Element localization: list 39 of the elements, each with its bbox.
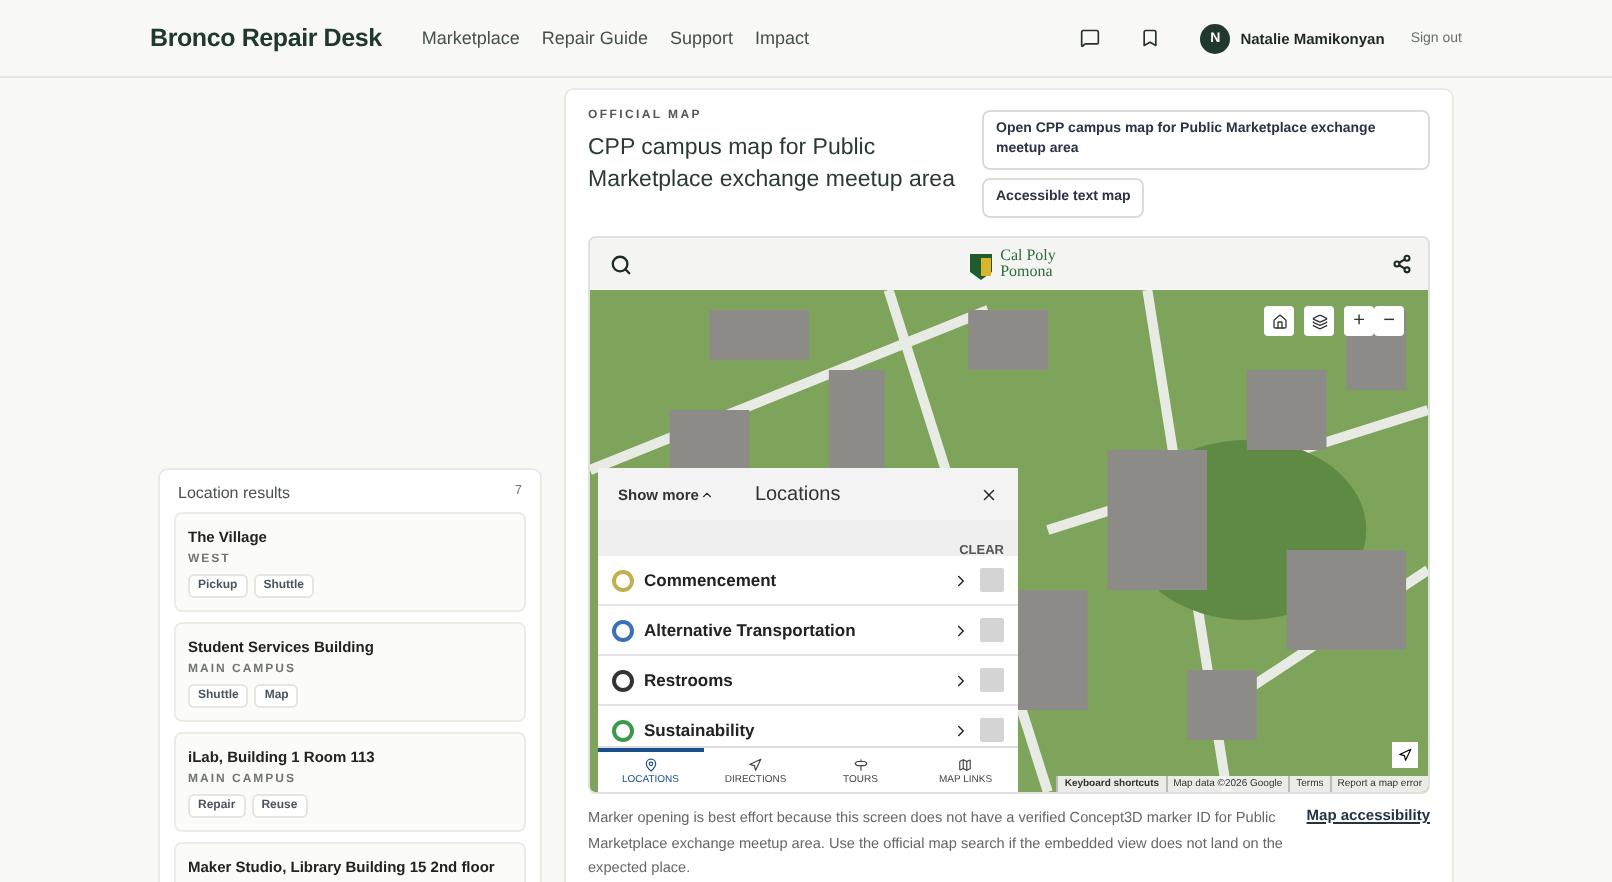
category-row[interactable]: Commencement (598, 556, 1018, 606)
category-checkbox[interactable] (980, 718, 1004, 742)
logo-text: Cal Poly (1000, 248, 1056, 264)
layers-button[interactable] (1304, 306, 1334, 336)
map-title: CPP campus map for Public Marketplace exchange meetup area (588, 134, 957, 196)
bookmark-icon[interactable] (1140, 28, 1161, 48)
chat-icon[interactable] (1080, 28, 1101, 48)
zoom-in-button[interactable]: + (1344, 306, 1374, 336)
locate-arrow-icon (1398, 748, 1412, 762)
chevron-icon (952, 721, 970, 739)
close-icon[interactable] (980, 485, 998, 503)
chevron-icon (952, 621, 970, 639)
panel-title: Locations (754, 483, 843, 505)
layers-icon (1311, 313, 1327, 329)
nav-link[interactable]: Support (669, 28, 733, 48)
nav-link[interactable]: Marketplace (421, 28, 520, 48)
map-icon (958, 758, 973, 772)
home-icon (1271, 313, 1287, 329)
category-checkbox[interactable] (980, 668, 1004, 692)
pin-icon (643, 758, 658, 772)
category-checkbox[interactable] (980, 568, 1004, 592)
nav-link[interactable]: Repair Guide (541, 28, 648, 48)
nav-link[interactable]: Impact (754, 28, 809, 48)
locate-button[interactable] (1392, 742, 1418, 768)
logo-text: Pomona (1000, 264, 1053, 280)
chevron-icon (952, 671, 970, 689)
signpost-icon (853, 758, 868, 772)
brand-name[interactable]: Bronco Repair Desk (150, 24, 382, 52)
category-row[interactable]: Restrooms (598, 656, 1018, 706)
category-checkbox[interactable] (980, 618, 1004, 642)
results-title: Location results (178, 484, 291, 502)
category-row[interactable]: Alternative Transportation (598, 606, 1018, 656)
home-button[interactable] (1264, 306, 1294, 336)
zoom-out-button[interactable]: − (1374, 306, 1404, 336)
share-icon[interactable] (1392, 254, 1412, 274)
search-icon[interactable] (610, 253, 632, 275)
chevron-icon (952, 571, 970, 589)
caret-icon (700, 487, 715, 501)
directions-icon (748, 758, 763, 772)
